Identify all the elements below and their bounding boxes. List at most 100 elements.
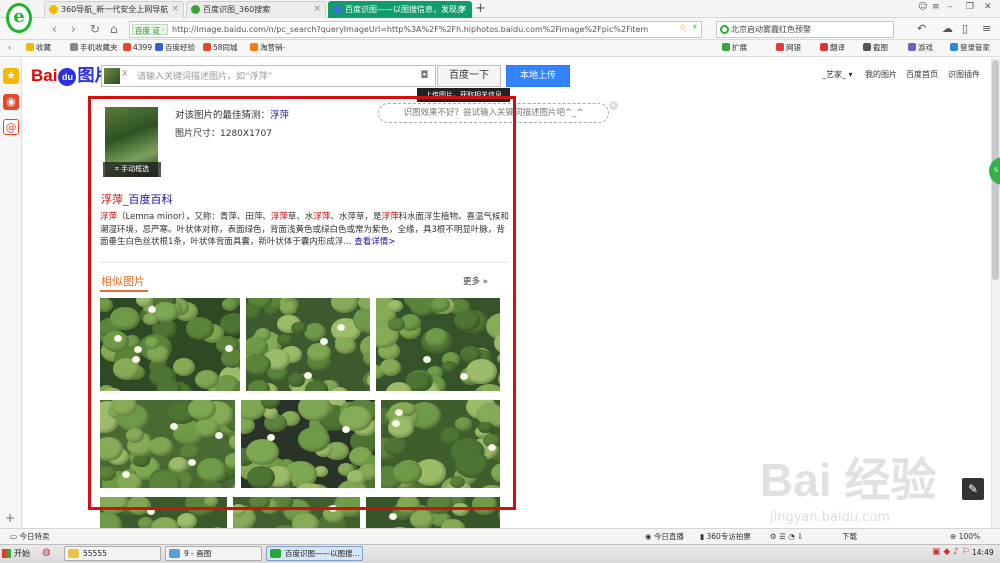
bookmark-taoyingxiao[interactable]: 淘营销- — [250, 42, 285, 54]
bookmark-baidu-jingyan[interactable]: 百度经验 — [155, 42, 195, 54]
sidebar-favorites-icon[interactable]: ★ — [3, 68, 19, 84]
query-image-thumbnail — [104, 68, 120, 84]
menu-icon[interactable]: ≡ — [932, 2, 940, 12]
similar-image[interactable] — [100, 400, 235, 488]
bookmark-mobile[interactable]: 手机收藏夹 — [70, 42, 118, 54]
water-lily-flower — [319, 338, 328, 346]
bookmark-4399[interactable]: 4399 — [123, 42, 152, 54]
today-deals[interactable]: ▭ 今日特卖 — [10, 531, 49, 542]
site-verify-badge[interactable]: 百度 证 · — [132, 24, 168, 35]
watermark-url: jingyan.baidu.com — [770, 510, 890, 525]
status-download[interactable]: 下载 — [842, 531, 857, 542]
baike-summary: 浮萍（Lemna minor），又称：青萍、田萍、浮萍草、水浮萍、水萍草，是浮萍… — [100, 212, 509, 247]
tab-baidu-image[interactable]: 百度识图——以图搜信息，发现身 × — [328, 1, 472, 18]
similar-image[interactable] — [233, 497, 360, 528]
search-placeholder[interactable]: 请输入关键词描述图片，如“浮萍” — [137, 69, 272, 82]
similar-image[interactable] — [241, 400, 375, 488]
clear-query-icon[interactable]: X — [122, 69, 127, 78]
browser-icon — [270, 549, 281, 558]
status-live[interactable]: ◉ 今日直播 — [645, 531, 684, 542]
new-tab-button[interactable]: + — [475, 1, 486, 16]
camera-icon[interactable]: ◘ — [417, 68, 432, 83]
toolbar-extensions[interactable]: 扩展 — [722, 42, 747, 54]
forward-icon[interactable]: › — [71, 21, 76, 37]
cloud-icon[interactable]: ☁ — [942, 21, 953, 37]
water-lily-flower — [114, 334, 123, 342]
restore-icon[interactable]: ❐ — [966, 2, 974, 12]
baidu-search-button[interactable]: 百度一下 — [437, 65, 501, 87]
more-similar-link[interactable]: 更多 » — [463, 275, 488, 287]
bookmark-expand-icon[interactable]: ‹ — [8, 42, 11, 54]
sidebar-add-icon[interactable]: + — [5, 511, 15, 525]
speed-mode-icon[interactable]: ⚡ — [692, 23, 698, 33]
browser-search-input[interactable]: 北京启动雾霾红色预警 — [716, 21, 894, 38]
taskbar-item-paint[interactable]: 9 - 画图 — [165, 546, 262, 561]
tab-close-icon[interactable]: × — [313, 2, 321, 17]
image-search-input[interactable]: X 请输入关键词描述图片，如“浮萍” ◘ — [101, 65, 436, 87]
similar-image[interactable] — [100, 497, 227, 528]
edit-icon[interactable]: ✎ — [962, 478, 984, 500]
back-icon[interactable]: ‹ — [52, 21, 57, 37]
my-images-link[interactable]: 我的图片 — [865, 69, 897, 80]
plugin-link[interactable]: 识图插件 — [948, 69, 980, 80]
best-guess-link[interactable]: 浮萍 — [270, 110, 289, 121]
browser-menu-icon[interactable]: ≡ — [982, 21, 991, 37]
similar-image[interactable] — [246, 298, 370, 391]
similar-image[interactable] — [100, 298, 240, 391]
user-menu[interactable]: _艺家_ ▾ — [822, 69, 853, 80]
sidebar-mail-icon[interactable]: @ — [3, 119, 19, 135]
toolbar-screenshot[interactable]: 截图 — [863, 42, 888, 54]
home-icon[interactable]: ⌂ — [110, 21, 118, 37]
bookmark-58[interactable]: 58同城 — [203, 42, 238, 54]
tab-label: 360导航_新一代安全上网导航 — [61, 5, 169, 14]
baike-title-link[interactable]: 浮萍_百度百科 — [101, 191, 173, 207]
water-lily-flower — [394, 408, 403, 416]
water-lily-flower — [146, 508, 155, 516]
phone-icon[interactable]: ▯ — [962, 21, 968, 37]
site-icon — [155, 43, 163, 51]
address-url[interactable]: http://image.baidu.com/n/pc_search?query… — [172, 23, 672, 36]
zoom-level[interactable]: ⊕ 100% — [950, 531, 980, 542]
local-upload-button[interactable]: 本地上传 — [506, 65, 570, 87]
taskbar-item-browser[interactable]: 百度识图——以图搜... — [266, 546, 363, 561]
quicklaunch-icon[interactable]: ◍ — [42, 547, 51, 558]
refresh-icon[interactable]: ↻ — [90, 21, 100, 37]
tab-close-icon[interactable]: × — [171, 2, 179, 17]
toolbar-login-manager[interactable]: 登录管家 — [950, 42, 990, 54]
search-box-text: 北京启动雾霾红色预警 — [731, 25, 811, 34]
status-interview[interactable]: ▮ 360专访拍票 — [700, 531, 751, 542]
star-icon — [26, 43, 34, 51]
tab-360-nav[interactable]: 360导航_新一代安全上网导航 × — [44, 1, 184, 18]
baike-more-link[interactable]: 查看详情> — [354, 237, 395, 247]
baidu-image-logo[interactable]: Bai du 图片 — [31, 64, 111, 88]
minimize-icon[interactable]: – — [948, 2, 953, 12]
sidebar-weibo-icon[interactable]: ◉ — [3, 94, 19, 110]
tray-icons[interactable]: ▣ ◆ ♪ ⚐ — [932, 547, 970, 557]
close-window-icon[interactable]: ✕ — [984, 2, 992, 12]
similar-image[interactable] — [376, 298, 500, 391]
upload-tooltip: 上传图片，获取相关信息 — [417, 88, 510, 102]
status-tools[interactable]: ⚙ ☰ ◔ ⇩ — [770, 531, 803, 542]
address-bar[interactable]: 百度 证 · http://image.baidu.com/n/pc_searc… — [129, 21, 702, 38]
toolbar-translate[interactable]: 翻译 — [820, 42, 845, 54]
manual-select-button[interactable]: ⌗ 手动框选 — [103, 162, 161, 177]
paint-icon — [169, 549, 180, 558]
skin-icon[interactable]: ☺ — [918, 2, 927, 12]
section-divider — [100, 262, 508, 263]
favorite-star-icon[interactable]: ☆ — [679, 23, 687, 33]
water-lily-flower — [169, 422, 178, 430]
folder-icon — [70, 43, 78, 51]
bookmark-favorites[interactable]: 收藏 — [26, 42, 51, 54]
tab-360-search[interactable]: 百度识图_360搜索 × — [186, 1, 326, 18]
hint-close-icon[interactable]: ✕ — [609, 101, 618, 110]
tab-close-icon[interactable]: × — [459, 2, 467, 17]
baidu-home-link[interactable]: 百度首页 — [906, 69, 938, 80]
toolbar-ebank[interactable]: 网银 — [776, 42, 801, 54]
similar-image[interactable] — [381, 400, 500, 488]
toolbar-games[interactable]: 游戏 — [908, 42, 933, 54]
start-button[interactable]: 开始 — [0, 545, 40, 562]
taskbar-item-folder[interactable]: 55555 — [64, 546, 161, 561]
similar-image[interactable] — [366, 497, 500, 528]
similar-images-heading: 相似图片 — [101, 275, 145, 288]
undo-icon[interactable]: ↶ — [917, 21, 926, 37]
